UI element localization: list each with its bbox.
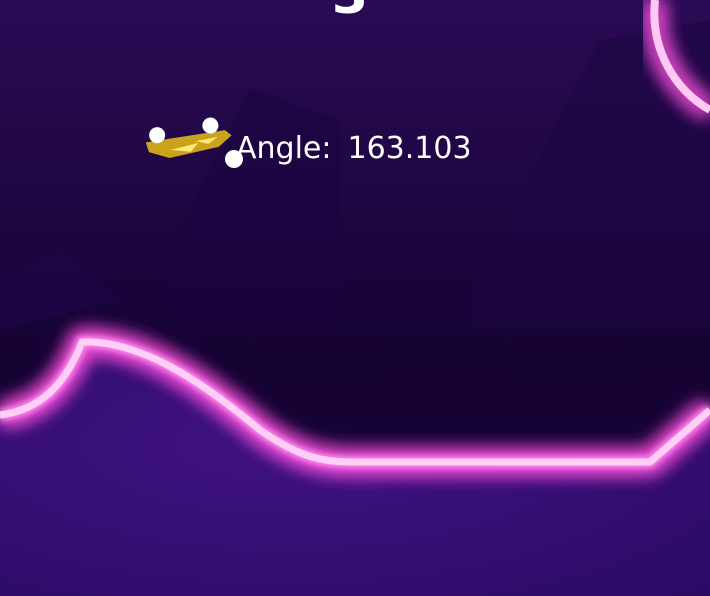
angle-readout: Angle: 163.103 — [236, 130, 472, 168]
game-viewport[interactable]: 3 Angle: 163.103 — [0, 0, 710, 596]
score-counter: 3 — [315, 0, 385, 30]
angle-value: 163.103 — [347, 131, 472, 166]
angle-label: Angle: — [236, 131, 332, 166]
game-scene — [0, 0, 710, 596]
